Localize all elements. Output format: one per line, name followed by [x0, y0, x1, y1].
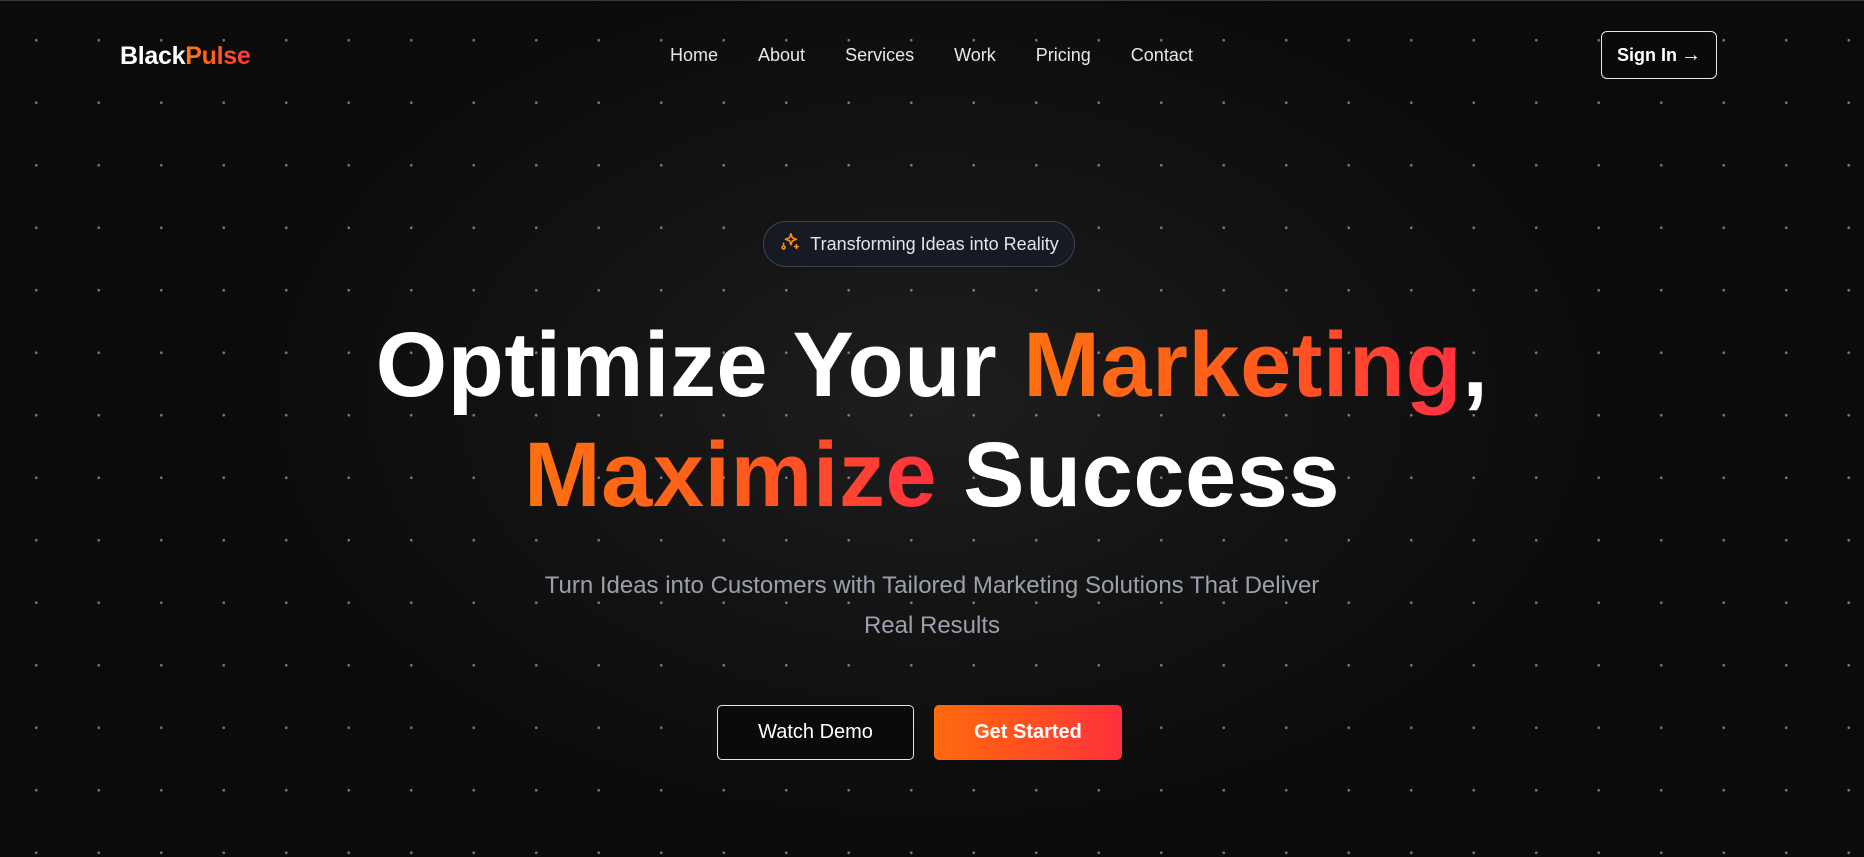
brand-name-part2: Pulse — [185, 42, 251, 70]
headline-highlight-maximize: Maximize — [523, 424, 938, 526]
sign-in-button[interactable]: Sign In → — [1601, 31, 1717, 79]
hero-subtitle: Turn Ideas into Customers with Tailored … — [482, 566, 1382, 646]
top-navigation: BlackPulse Home About Services Work Pric… — [0, 30, 1864, 82]
headline-highlight-marketing: Marketing — [1023, 314, 1463, 416]
nav-link-work[interactable]: Work — [954, 45, 996, 66]
subtitle-line2: Real Results — [863, 612, 1001, 639]
badge-text: Transforming Ideas into Reality — [810, 233, 1059, 254]
brand-logo[interactable]: BlackPulse — [120, 42, 251, 71]
watch-demo-label: Watch Demo — [758, 721, 873, 743]
get-started-button[interactable]: Get Started — [934, 705, 1122, 760]
tagline-badge: Transforming Ideas into Reality — [763, 221, 1075, 267]
brand-name-part1: Black — [120, 42, 186, 70]
headline-line1-part2: , — [1462, 314, 1489, 416]
nav-links: Home About Services Work Pricing Contact — [670, 45, 1193, 66]
headline-line1: Optimize Your Marketing, — [376, 314, 1489, 416]
headline-line1-part1: Optimize Your — [375, 314, 1024, 416]
headline-line2: Maximize Success — [524, 424, 1340, 526]
headline-line2-part2: Success — [937, 424, 1340, 526]
arrow-right-icon: → — [1681, 43, 1701, 66]
get-started-label: Get Started — [974, 721, 1082, 743]
hero-headline: Optimize Your Marketing, Maximize Succes… — [0, 310, 1864, 530]
sign-in-label: Sign In — [1617, 44, 1677, 65]
nav-link-home[interactable]: Home — [670, 45, 718, 66]
landing-page: BlackPulse Home About Services Work Pric… — [0, 0, 1864, 857]
watch-demo-button[interactable]: Watch Demo — [717, 705, 914, 760]
nav-link-services[interactable]: Services — [845, 45, 914, 66]
sparkles-icon — [779, 231, 801, 258]
subtitle-line1: Turn Ideas into Customers with Tailored … — [544, 572, 1320, 599]
nav-link-about[interactable]: About — [758, 45, 805, 66]
nav-link-contact[interactable]: Contact — [1131, 45, 1193, 66]
nav-link-pricing[interactable]: Pricing — [1036, 45, 1091, 66]
